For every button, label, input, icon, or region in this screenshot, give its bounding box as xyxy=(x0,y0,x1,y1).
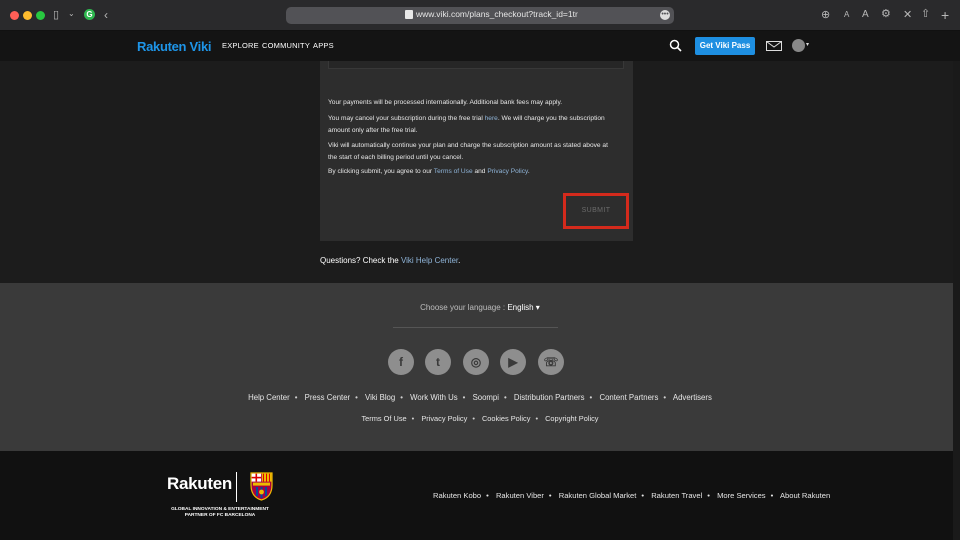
fc-barcelona-crest-icon xyxy=(250,472,273,501)
rakuten-kobo-link[interactable]: Rakuten Kobo xyxy=(433,491,481,500)
help-center-footer-link[interactable]: Help Center xyxy=(248,393,290,402)
avatar[interactable] xyxy=(792,39,805,52)
help-question-period: . xyxy=(458,256,461,265)
auto-renew-text-end: the start of each billing period until y… xyxy=(328,153,464,161)
search-icon[interactable] xyxy=(669,39,682,52)
work-with-us-link[interactable]: Work With Us xyxy=(410,393,458,402)
instagram-icon[interactable]: ◎ xyxy=(463,349,489,375)
new-tab-icon[interactable]: + xyxy=(941,8,949,22)
agreement-text: By clicking submit, you agree to our xyxy=(328,168,434,175)
rakuten-global-market-link[interactable]: Rakuten Global Market xyxy=(559,491,637,500)
agreement-period: . xyxy=(527,168,530,175)
payment-notice: Your payments will be processed internat… xyxy=(328,99,563,106)
terms-of-use-link[interactable]: Terms of Use xyxy=(434,168,473,175)
site-favicon-icon xyxy=(405,10,413,19)
help-question: Questions? Check the Viki Help Center. xyxy=(320,256,460,265)
distribution-partners-link[interactable]: Distribution Partners xyxy=(514,393,585,402)
mail-icon[interactable] xyxy=(766,41,782,51)
minimize-window-button[interactable] xyxy=(23,11,32,20)
twitter-icon[interactable]: t xyxy=(425,349,451,375)
fcb-partner-text: GLOBAL INNOVATION & ENTERTAINMENT PARTNER… xyxy=(167,507,273,519)
payment-field[interactable] xyxy=(328,61,624,69)
privacy-policy-link[interactable]: Privacy Policy xyxy=(487,168,528,175)
close-window-button[interactable] xyxy=(10,11,19,20)
grammarly-icon[interactable]: G xyxy=(84,9,95,20)
cancel-notice: You may cancel your subscription during … xyxy=(328,113,624,136)
submit-button[interactable]: SUBMIT xyxy=(566,196,626,226)
nav-community[interactable]: COMMUNITY xyxy=(262,41,310,50)
rakuten-links: Rakuten Kobo • Rakuten Viber • Rakuten Glo… xyxy=(433,491,831,500)
auto-renew-notice: Viki will automatically continue your pl… xyxy=(328,140,624,163)
footer-divider xyxy=(393,327,558,328)
gear-icon[interactable]: ⚙ xyxy=(881,9,891,20)
copyright-link[interactable]: Copyright Policy xyxy=(545,414,598,423)
nav-explore[interactable]: EXPLORE xyxy=(222,41,259,50)
share-icon[interactable]: ⇧ xyxy=(921,9,930,20)
rakuten-travel-link[interactable]: Rakuten Travel xyxy=(651,491,702,500)
soompi-link[interactable]: Soompi xyxy=(473,393,499,402)
viki-logo[interactable]: Rakuten Viki xyxy=(137,39,212,54)
cancel-here-link[interactable]: here xyxy=(485,115,498,122)
partner-line-2: PARTNER OF FC BARCELONA xyxy=(184,513,256,518)
agreement-and: and xyxy=(472,168,488,175)
browser-toolbar: ▯ ⌄ G ‹ www.viki.com/plans_checkout?trac… xyxy=(0,0,960,31)
chevron-down-icon[interactable]: ⌄ xyxy=(68,10,75,18)
logo-divider xyxy=(236,472,237,502)
more-options-icon[interactable]: ••• xyxy=(660,10,670,20)
cancel-notice-text-end: amount only after the free trial. xyxy=(328,126,418,134)
back-icon[interactable]: ‹ xyxy=(104,9,108,21)
get-viki-pass-button[interactable]: Get Viki Pass xyxy=(695,37,755,55)
text-larger-icon[interactable]: A xyxy=(862,10,869,20)
url-text[interactable]: www.viki.com/plans_checkout?track_id=1tr xyxy=(416,9,578,19)
cookies-link[interactable]: Cookies Policy xyxy=(482,414,530,423)
youtube-icon[interactable]: ▶ xyxy=(500,349,526,375)
content-partners-link[interactable]: Content Partners xyxy=(599,393,658,402)
rakuten-logo[interactable]: Rakuten xyxy=(167,474,232,494)
chevron-down-icon[interactable]: ▾ xyxy=(806,41,809,48)
advertisers-link[interactable]: Advertisers xyxy=(673,393,712,402)
scrollbar[interactable] xyxy=(953,61,960,540)
cancel-notice-text-cont: . We will charge you the subscription xyxy=(497,115,605,122)
close-icon[interactable]: ✕ xyxy=(903,10,912,21)
download-icon[interactable]: ⊕ xyxy=(821,10,830,21)
help-question-text: Questions? Check the xyxy=(320,256,401,265)
cancel-notice-text: You may cancel your subscription during … xyxy=(328,115,485,122)
more-services-link[interactable]: More Services xyxy=(717,491,766,500)
sidebar-icon[interactable]: ▯ xyxy=(53,10,59,21)
agreement-notice: By clicking submit, you agree to our Ter… xyxy=(328,166,624,178)
text-smaller-icon[interactable]: A xyxy=(844,11,849,19)
footer-links-primary: Help Center • Press Center • Viki Blog • Wo… xyxy=(248,393,712,402)
privacy-link[interactable]: Privacy Policy xyxy=(421,414,467,423)
footer-links-legal: Terms Of Use • Privacy Policy • Cookies Po… xyxy=(361,414,599,423)
press-center-link[interactable]: Press Center xyxy=(305,393,351,402)
auto-renew-text: Viki will automatically continue your pl… xyxy=(328,142,608,149)
language-label: Choose your language : xyxy=(420,303,506,312)
rakuten-viber-link[interactable]: Rakuten Viber xyxy=(496,491,544,500)
help-center-link[interactable]: Viki Help Center xyxy=(401,256,458,265)
partner-line-1: GLOBAL INNOVATION & ENTERTAINMENT xyxy=(171,507,269,512)
maximize-window-button[interactable] xyxy=(36,11,45,20)
nav-apps[interactable]: APPS xyxy=(313,41,334,50)
viki-blog-link[interactable]: Viki Blog xyxy=(365,393,395,402)
language-selector: Choose your language : English ▾ xyxy=(0,303,960,312)
facebook-icon[interactable]: f xyxy=(388,349,414,375)
viber-icon[interactable]: ☏ xyxy=(538,349,564,375)
language-dropdown[interactable]: English ▾ xyxy=(507,303,539,312)
about-rakuten-link[interactable]: About Rakuten xyxy=(780,491,830,500)
terms-link[interactable]: Terms Of Use xyxy=(361,414,406,423)
